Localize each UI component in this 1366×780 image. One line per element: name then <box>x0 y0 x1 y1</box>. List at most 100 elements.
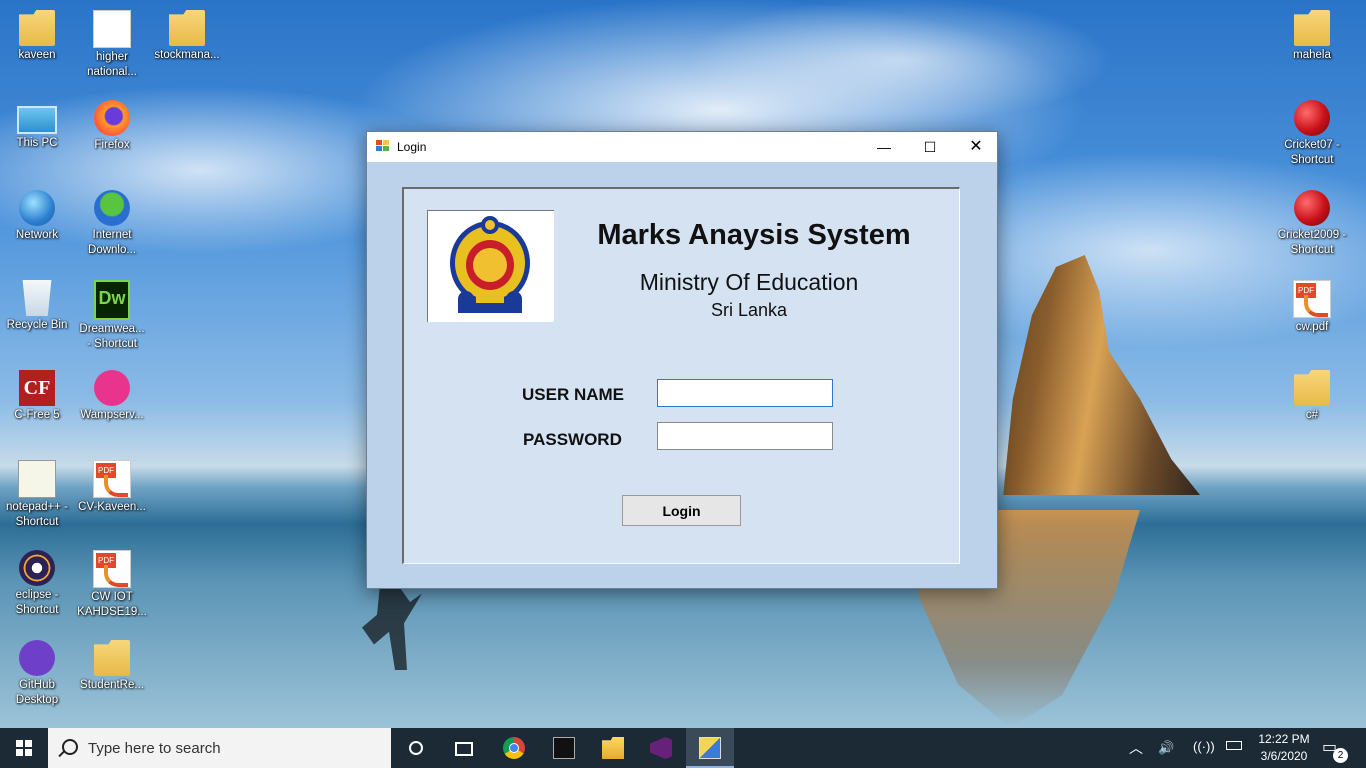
desktop-icon-studentre[interactable]: StudentRe... <box>75 640 149 693</box>
desktop-icon-label: CW IOT KAHDSE19... <box>77 591 147 618</box>
desktop-icon-label: Recycle Bin <box>6 319 68 331</box>
desktop-icon-label: mahela <box>1293 49 1331 61</box>
minimize-button[interactable]: — <box>861 132 907 162</box>
sri-lanka-emblem-image <box>427 210 554 322</box>
form-app-icon <box>699 737 721 759</box>
desktop-icon-label: Network <box>15 229 59 241</box>
github-icon <box>19 640 55 676</box>
document-icon <box>93 10 131 48</box>
login-button[interactable]: Login <box>622 495 741 526</box>
desktop-icon-label: C-Free 5 <box>14 409 60 421</box>
desktop-icon-dreamweaver[interactable]: Dw Dreamwea... - Shortcut <box>75 280 149 352</box>
desktop-icon-cricket2009[interactable]: Cricket2009 - Shortcut <box>1275 190 1349 258</box>
task-view-icon <box>455 742 473 756</box>
desktop-icon-csharp[interactable]: c# <box>1275 370 1349 423</box>
desktop-icon-label: This PC <box>16 137 58 149</box>
wifi-icon[interactable]: ((·)) <box>1193 739 1215 779</box>
desktop-icon-this-pc[interactable]: This PC <box>0 100 74 151</box>
taskbar-login-form[interactable] <box>686 728 734 768</box>
eclipse-icon <box>19 550 55 586</box>
desktop-icon-network[interactable]: Network <box>0 190 74 243</box>
network-icon <box>19 190 55 226</box>
desktop-icon-label: Cricket07 - Shortcut <box>1284 139 1340 166</box>
taskbar-clock[interactable]: 12:22 PM 3/6/2020 <box>1254 731 1314 765</box>
search-placeholder: Type here to search <box>88 740 221 757</box>
desktop-icon-label: kaveen <box>18 49 56 61</box>
username-input[interactable] <box>657 379 833 407</box>
taskbar-camera-app[interactable] <box>540 728 588 768</box>
taskbar-chrome[interactable] <box>490 728 538 768</box>
desktop-icon-label: Dreamwea... - Shortcut <box>79 323 145 350</box>
volume-icon[interactable]: 🔊 <box>1158 740 1174 780</box>
desktop-icon-label: Firefox <box>94 139 130 151</box>
computer-icon <box>17 106 57 134</box>
login-window: Login — ☐ ✕ Marks Anaysis System Ministr… <box>366 131 998 589</box>
desktop-icon-label: CV-Kaveen... <box>78 501 146 513</box>
ministry-heading: Ministry Of Education <box>639 269 859 295</box>
dreamweaver-glyph: Dw <box>98 288 126 308</box>
desktop-icon-eclipse[interactable]: eclipse - Shortcut <box>0 550 74 618</box>
desktop-icon-label: StudentRe... <box>80 679 144 691</box>
notepadpp-icon <box>18 460 56 498</box>
desktop-icon-higher-national[interactable]: higher national... <box>75 10 149 80</box>
desktop-icon-label: notepad++ - Shortcut <box>5 501 69 528</box>
clock-time: 12:22 PM <box>1258 732 1310 746</box>
desktop-icon-label: eclipse - Shortcut <box>15 589 59 616</box>
taskbar-search-box[interactable]: Type here to search <box>48 728 391 768</box>
maximize-button[interactable]: ☐ <box>907 132 953 162</box>
desktop-icon-label: Cricket2009 - Shortcut <box>1277 229 1347 256</box>
desktop-icon-cricket07[interactable]: Cricket07 - Shortcut <box>1275 100 1349 168</box>
desktop-icon-notepadpp[interactable]: notepad++ - Shortcut <box>0 460 74 530</box>
pdf-icon <box>1293 280 1331 318</box>
desktop-icon-mahela[interactable]: mahela <box>1275 10 1349 63</box>
desktop-icon-cw-iot[interactable]: CW IOT KAHDSE19... <box>75 550 149 620</box>
internet-download-manager-icon <box>94 190 130 226</box>
desktop-icon-cfree[interactable]: CF C-Free 5 <box>0 370 74 423</box>
desktop-icon-firefox[interactable]: Firefox <box>75 100 149 153</box>
form-app-icon <box>376 140 390 152</box>
desktop-icon-cv-kaveen[interactable]: CV-Kaveen... <box>75 460 149 515</box>
desktop-icon-github[interactable]: GitHub Desktop <box>0 640 74 708</box>
app-title: Marks Anaysis System <box>597 219 911 251</box>
folder-icon <box>1294 10 1330 46</box>
close-button[interactable]: ✕ <box>953 132 999 162</box>
desktop-icon-label: stockmana... <box>154 49 220 61</box>
desktop-icon-kaveen[interactable]: kaveen <box>0 10 74 63</box>
country-heading: Sri Lanka <box>710 300 788 320</box>
recycle-bin-icon <box>22 280 52 316</box>
task-view-button[interactable] <box>444 728 484 768</box>
window-title: Login <box>397 140 427 154</box>
battery-icon[interactable] <box>1226 741 1242 750</box>
vs-project-folder-icon <box>169 10 205 46</box>
desktop-icon-recycle-bin[interactable]: Recycle Bin <box>0 280 74 333</box>
chrome-icon <box>503 737 525 759</box>
window-titlebar[interactable]: Login — ☐ ✕ <box>367 132 997 162</box>
desktop-icon-label: c# <box>1305 409 1319 421</box>
password-input[interactable] <box>657 422 833 450</box>
desktop-icon-cw-pdf[interactable]: cw.pdf <box>1275 280 1349 335</box>
cfree-glyph: CF <box>23 377 51 399</box>
login-panel: Marks Anaysis System Ministry Of Educati… <box>402 187 960 564</box>
wampserver-icon <box>94 370 130 406</box>
search-icon <box>62 739 78 755</box>
folder-icon <box>94 640 130 676</box>
taskbar-file-explorer[interactable] <box>589 728 637 768</box>
show-hidden-icons-button[interactable]: ︿ <box>1129 738 1143 778</box>
desktop-icon-idm[interactable]: Internet Downlo... <box>75 190 149 258</box>
visual-studio-icon <box>650 737 672 759</box>
pdf-icon <box>93 550 131 588</box>
desktop-icon-wampserver[interactable]: Wampserv... <box>75 370 149 423</box>
cortana-button[interactable] <box>396 728 436 768</box>
camera-app-icon <box>553 737 575 759</box>
cricket-ball-icon <box>1294 100 1330 136</box>
password-label: PASSWORD <box>523 430 622 449</box>
desktop-icon-label: cw.pdf <box>1295 321 1329 333</box>
start-button[interactable] <box>0 728 48 768</box>
person-reflection-image <box>362 585 422 670</box>
file-explorer-icon <box>602 737 624 759</box>
taskbar-visual-studio[interactable] <box>637 728 685 768</box>
windows-logo-icon <box>16 740 32 756</box>
user-folder-icon <box>19 10 55 46</box>
desktop-icon-label: Wampserv... <box>80 409 144 421</box>
desktop-icon-stockmana[interactable]: stockmana... <box>150 10 224 63</box>
